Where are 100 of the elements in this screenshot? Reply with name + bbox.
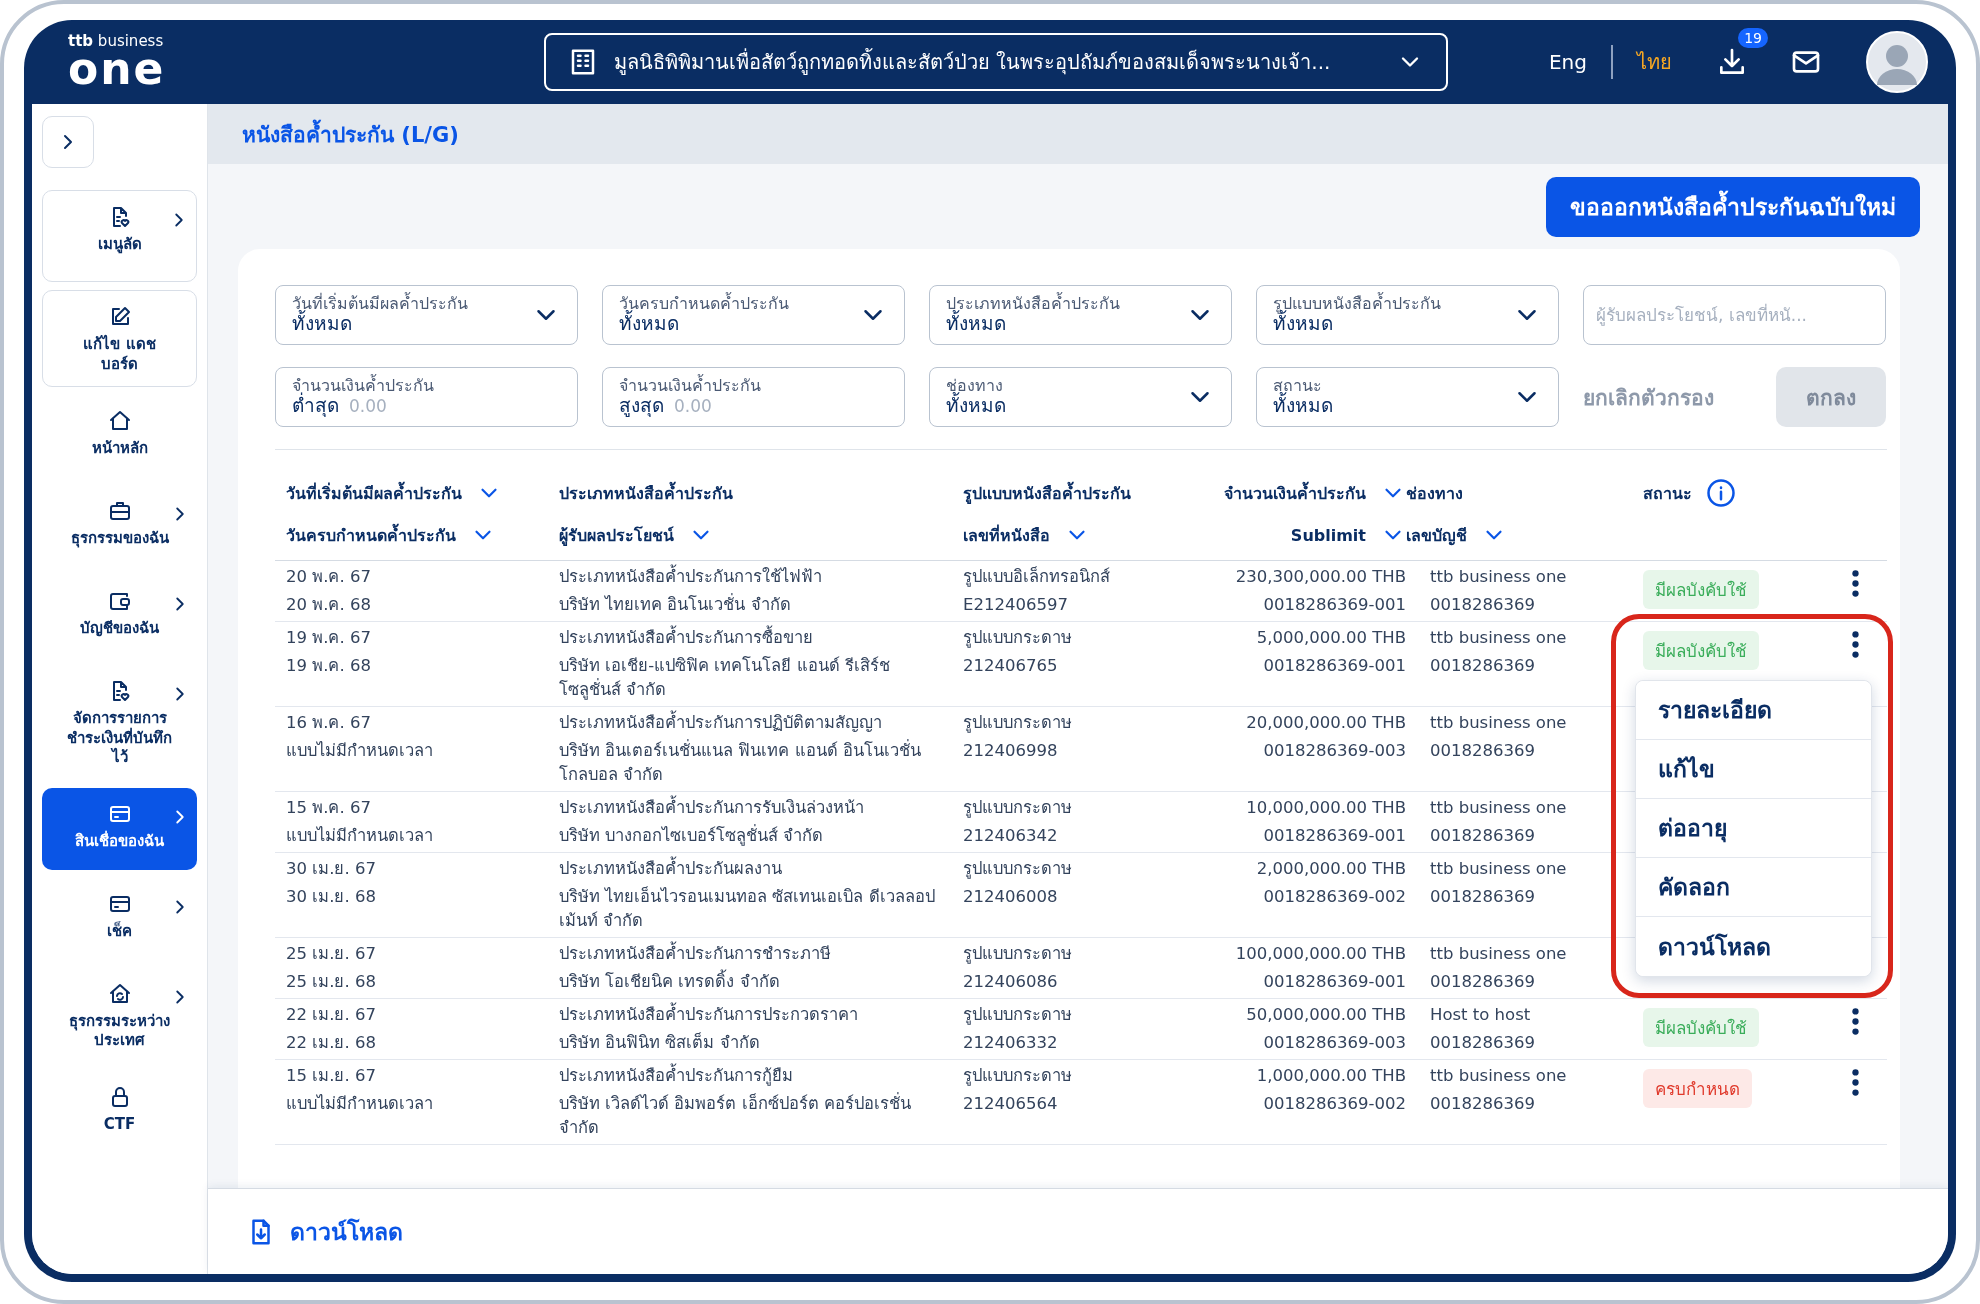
table-cell-text: รูปแบบกระดาษ [963, 858, 1073, 881]
table-cell-text: 30 เม.ย. 67 [286, 858, 377, 880]
table-cell-text: 2,000,000.00 THB [1255, 858, 1406, 880]
table-cell-text: 0018286369-001 [1262, 971, 1406, 993]
new-guarantee-button[interactable]: ขอออกหนังสือค้ำประกันฉบับใหม่ [1546, 177, 1920, 237]
table-cell-text: ttb business one [1430, 797, 1568, 819]
status-badge: ครบกำหนด [1643, 1069, 1752, 1108]
table-cell-text: รูปแบบกระดาษ [963, 1065, 1073, 1088]
select-field[interactable]: วันครบกำหนดค้ำประกัน ทั้งหมด [602, 285, 905, 345]
table-cell-text: บริษัท เอเชีย-แปซิฟิค เทคโนโลยี แอนด์ รีเสิร์ช โซลูชั่นส์ จำกัด [559, 655, 891, 702]
table-cell-text: 0018286369-003 [1262, 740, 1406, 762]
table-cell-text: 212406564 [963, 1093, 1059, 1115]
table-cell-text: 16 พ.ค. 67 [286, 712, 372, 734]
page-title: หนังสือค้ำประกัน (L/G) [242, 117, 459, 151]
table-cell-text: 15 พ.ค. 67 [286, 797, 372, 819]
sidebar-item[interactable]: จัดการรายการชำระเงินที่บันทึกไว้ [42, 665, 197, 780]
table-cell-text: 212406332 [963, 1032, 1059, 1054]
table-cell-text: 0018286369 [1430, 971, 1536, 993]
table-cell: บริษัท โอเชียนิค เทรดดิ้ง จำกัด [559, 970, 945, 994]
column-header[interactable]: วันที่เริ่มต้นมีผลค้ำประกัน [286, 480, 502, 506]
column-header[interactable]: เลขที่หนังสือ [963, 522, 1090, 548]
table-cell-text: 19 พ.ค. 68 [286, 655, 372, 677]
sidebar-item[interactable]: เช็ค [42, 877, 197, 960]
table-cell-text: รูปแบบกระดาษ [963, 1004, 1073, 1027]
language-option[interactable]: Eng [1543, 50, 1593, 74]
table-cell-text: บริษัท บางกอกไซเบอร์โซลูชั่นส์ จำกัด [559, 824, 825, 848]
table-cell-text: ttb business one [1430, 712, 1568, 734]
table-cell-text: ttb business one [1430, 627, 1568, 649]
table-cell-text: 230,300,000.00 THB [1234, 566, 1406, 588]
table-cell-text: 0018286369 [1430, 740, 1536, 762]
table-cell-text: 25 เม.ย. 67 [286, 943, 377, 965]
language-option[interactable]: ไทย [1631, 46, 1678, 78]
table-cell-text: 100,000,000.00 THB [1234, 943, 1406, 965]
organization-dropdown[interactable]: มูลนิธิพิพิมานเพื่อสัตว์ถูกทอดทิ้งและสัตว์ป่วย ในพระอุปถัมภ์ของสมเด็จพระนางเจ้า... [544, 33, 1448, 91]
sidebar-item[interactable]: แก้ไข แดชบอร์ด [42, 290, 197, 387]
sidebar-item[interactable]: ธุรกรรมระหว่างประเทศ [42, 967, 197, 1063]
table-cell-text: 0018286369 [1430, 1093, 1536, 1115]
sidebar-item[interactable]: เมนูลัด [42, 190, 197, 282]
table-cell-text: รูปแบบกระดาษ [963, 797, 1073, 820]
table-cell: ประเภทหนังสือค้ำประกันการกู้ยืม [559, 1064, 945, 1088]
table-cell-text: 25 เม.ย. 68 [286, 971, 377, 993]
amount-input[interactable]: 0.00 [674, 396, 764, 417]
select-field[interactable]: สถานะ ทั้งหมด [1256, 367, 1559, 427]
status-badge: มีผลบังคับใช้ [1643, 570, 1759, 609]
notification-badge: 19 [1738, 28, 1768, 48]
table-cell-text: 10,000,000.00 THB [1245, 797, 1406, 819]
table-cell-text: บริษัท อินเตอร์เนชั่นแนล ฟินเทค แอนด์ อินโนเวชั่น โกลบอล จำกัด [559, 739, 922, 786]
brand-logo[interactable]: ttb business one [68, 33, 178, 91]
column-header[interactable]: เลขบัญชี [1406, 522, 1507, 548]
table-cell-text: 22 เม.ย. 67 [286, 1004, 377, 1026]
table-cell: ประเภทหนังสือค้ำประกันการซื้อขาย [559, 626, 945, 650]
menu-item[interactable]: แก้ไข [1636, 740, 1871, 799]
column-header[interactable]: วันครบกำหนดค้ำประกัน [286, 522, 496, 548]
table-cell-text: บริษัท เวิลด์ไวด์ อิมพอร์ต เอ็กซ์ปอร์ต คอร์ปอเรชั่น จำกัด [559, 1092, 912, 1139]
download-link[interactable]: ดาวน์โหลด [246, 1213, 403, 1250]
table-cell-text: 15 เม.ย. 67 [286, 1065, 377, 1087]
select-field[interactable]: ช่องทาง ทั้งหมด [929, 367, 1232, 427]
sidebar-item[interactable]: หน้าหลัก [42, 395, 197, 477]
sidebar-item[interactable]: CTF [42, 1070, 197, 1153]
menu-item[interactable]: ต่ออายุ [1636, 799, 1871, 858]
table-cell-text: รูปแบบกระดาษ [963, 712, 1073, 735]
amount-field[interactable]: จำนวนเงินค้ำประกัน ต่ำสุด 0.00 [275, 367, 578, 427]
column-header[interactable]: จำนวนเงินค้ำประกัน [1224, 480, 1406, 506]
column-header: ช่องทาง [1406, 482, 1463, 505]
status-badge: มีผลบังคับใช้ [1643, 631, 1759, 670]
table-cell: ประเภทหนังสือค้ำประกันการปฏิบัติตามสัญญา [559, 711, 945, 735]
menu-item[interactable]: คัดลอก [1636, 858, 1871, 917]
amount-field[interactable]: จำนวนเงินค้ำประกัน สูงสุด 0.00 [602, 367, 905, 427]
table-cell-text: 5,000,000.00 THB [1255, 627, 1406, 649]
select-field[interactable]: ประเภทหนังสือค้ำประกัน ทั้งหมด [929, 285, 1232, 345]
column-header: รูปแบบหนังสือค้ำประกัน [963, 480, 1131, 506]
select-field[interactable]: รูปแบบหนังสือค้ำประกัน ทั้งหมด [1256, 285, 1559, 345]
column-header: สถานะ [1643, 482, 1692, 505]
table-cell-text: บริษัท ไทยเทค อินโนเวชั่น จำกัด [559, 593, 792, 616]
table-cell-text: 0018286369-003 [1262, 1032, 1406, 1054]
table-cell-text: 212406342 [963, 825, 1059, 847]
amount-input[interactable]: 0.00 [349, 396, 439, 417]
table-cell: ประเภทหนังสือค้ำประกันการประกวดราคา [559, 1003, 945, 1027]
table-cell-text: ttb business one [1430, 943, 1568, 965]
sidebar-item[interactable]: สินเชื่อของฉัน [42, 787, 197, 870]
table-cell-text: 30 เม.ย. 68 [286, 886, 377, 908]
column-header[interactable]: Sublimit [1290, 522, 1406, 548]
sidebar-item[interactable]: ธุรกรรมของฉัน [42, 485, 197, 567]
table-cell-text: แบบไม่มีกำหนดเวลา [286, 825, 434, 847]
table-cell-text: 212406998 [963, 740, 1059, 762]
table-cell-text: 0018286369-001 [1262, 655, 1406, 677]
table-cell-text: 212406086 [963, 971, 1059, 993]
table-cell-text: บริษัท อินฟินิท ซิสเต็ม จำกัด [559, 1031, 761, 1054]
table-cell: ประเภทหนังสือค้ำประกันการชำระภาษี [559, 942, 945, 966]
select-field[interactable]: วันที่เริ่มต้นมีผลค้ำประกัน ทั้งหมด [275, 285, 578, 345]
column-header[interactable]: ผู้รับผลประโยชน์ [559, 522, 714, 548]
menu-item[interactable]: ดาวน์โหลด [1636, 917, 1871, 976]
table-cell-text: แบบไม่มีกำหนดเวลา [286, 1093, 434, 1115]
table-cell-text: 19 พ.ค. 67 [286, 627, 372, 649]
table-cell-text: รูปแบบกระดาษ [963, 627, 1073, 650]
sidebar-item[interactable]: บัญชีของฉัน [42, 575, 197, 657]
menu-item[interactable]: รายละเอียด [1636, 681, 1871, 740]
table-cell-text: บริษัท ไทยเอ็นไวรอนเมนทอล ซัสเทนเอเบิล ดีเวลลอปเม้นท์ จำกัด [559, 885, 936, 932]
search-field[interactable]: ผู้รับผลประโยชน์, เลขที่หนั... [1583, 285, 1886, 345]
table-cell-text: 20 พ.ค. 67 [286, 566, 372, 588]
